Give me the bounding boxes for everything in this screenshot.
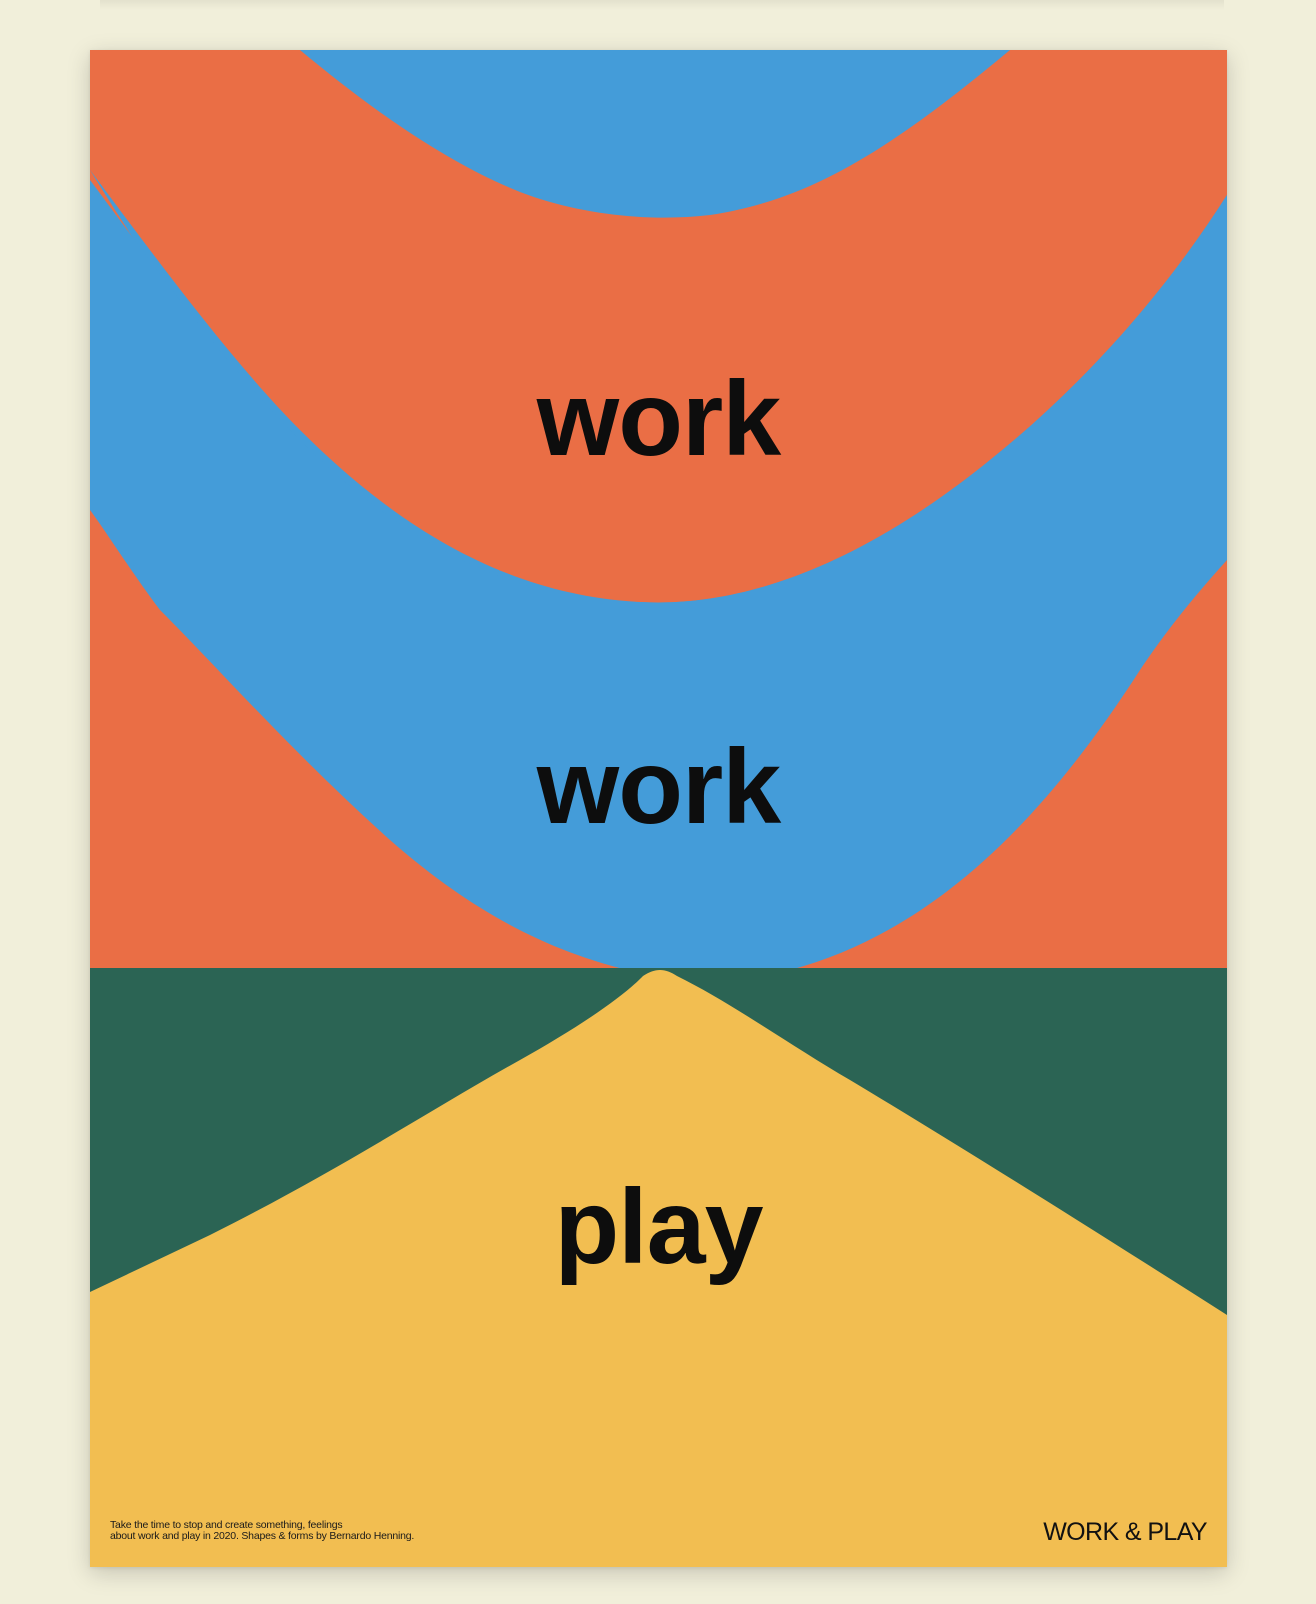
word-work-top: work <box>536 360 781 478</box>
brand-title: WORK & PLAY <box>1043 1518 1207 1546</box>
caption-line: about work and play in 2020. Shapes & fo… <box>110 1530 415 1542</box>
word-work-middle: work <box>536 728 781 846</box>
poster-caption: Take the time to stop and create somethi… <box>110 1520 530 1542</box>
word-play: play <box>554 1168 763 1286</box>
page-shadow <box>100 0 1224 10</box>
poster: work work play Take the time to stop and… <box>90 50 1227 1567</box>
